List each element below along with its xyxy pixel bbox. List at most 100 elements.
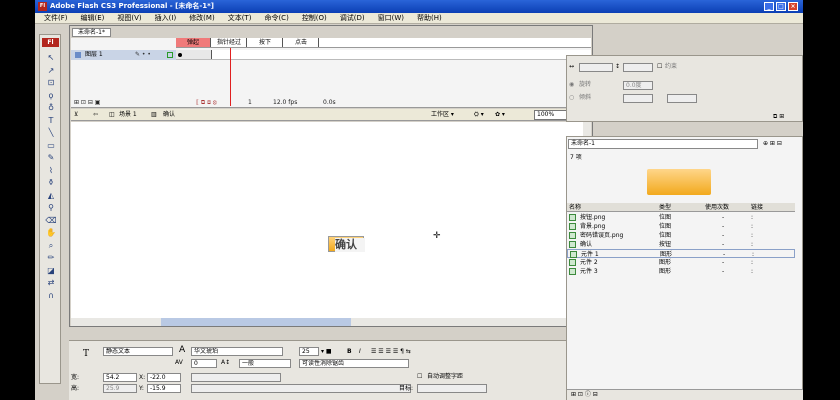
stage-canvas[interactable]: 确认 ✛ bbox=[71, 122, 583, 318]
swap-colors-icon[interactable]: ⇄ bbox=[45, 278, 57, 287]
skew-h-input[interactable] bbox=[623, 94, 653, 103]
col-type[interactable]: 类型 bbox=[659, 203, 671, 212]
frame-state-label[interactable]: 点击 bbox=[284, 38, 319, 47]
document-tab[interactable]: 未命名-1* bbox=[72, 28, 111, 37]
edit-symbol-icon[interactable]: ✿ ▾ bbox=[495, 109, 505, 121]
font-size-input[interactable]: 25 bbox=[299, 347, 319, 356]
menu-item[interactable]: 文本(T) bbox=[228, 14, 252, 22]
library-document-select[interactable]: 未命名-1 bbox=[568, 139, 758, 149]
stroke-color-icon[interactable]: ✏ bbox=[45, 253, 57, 262]
stage-horizontal-scrollbar[interactable] bbox=[71, 318, 583, 326]
library-row[interactable]: 元件 2 图形 -: bbox=[567, 258, 795, 267]
col-uses[interactable]: 使用次数 bbox=[705, 203, 729, 212]
minimize-button[interactable]: _ bbox=[764, 2, 774, 11]
frame-state-label[interactable]: 按下 bbox=[248, 38, 283, 47]
scale-width-input[interactable] bbox=[579, 63, 613, 72]
maximize-button[interactable]: □ bbox=[776, 2, 786, 11]
align-buttons-icon[interactable]: ☰ ☰ ☰ ☰ ¶ ⇆ bbox=[371, 347, 411, 356]
italic-button[interactable]: I bbox=[359, 347, 361, 356]
transform-buttons-icon[interactable]: ⧉ ⊞ bbox=[773, 112, 784, 121]
eyedropper-icon[interactable]: ⚲ bbox=[45, 203, 57, 212]
var-input[interactable] bbox=[191, 384, 411, 393]
pencil-icon[interactable]: ✎ bbox=[45, 153, 57, 162]
symbol-breadcrumb[interactable]: 确认 bbox=[163, 109, 175, 121]
timeline-buttons-icon[interactable]: ⊞ ⊡ ⊟ ▣ bbox=[74, 98, 100, 108]
rectangle-tool-icon[interactable]: ▭ bbox=[45, 141, 57, 150]
zoom-icon[interactable]: ⌕ bbox=[45, 241, 57, 250]
edit-scene-icon[interactable]: ⛭ ▾ bbox=[474, 109, 484, 121]
library-row[interactable]: 密码错误页.png 位图 -: bbox=[567, 231, 795, 240]
layer-frames[interactable] bbox=[176, 50, 591, 60]
text-type-select[interactable]: 静态文本 bbox=[103, 347, 173, 356]
library-row[interactable]: 确认 按钮 -: bbox=[567, 240, 795, 249]
bold-button[interactable]: B bbox=[347, 347, 352, 356]
free-transform-icon[interactable]: ⊡ bbox=[45, 78, 57, 87]
menu-item[interactable]: 插入(I) bbox=[155, 14, 177, 22]
target-select[interactable] bbox=[417, 384, 487, 393]
height-input[interactable]: 25.9 bbox=[103, 384, 137, 393]
pen-icon[interactable]: ♁ bbox=[45, 103, 57, 112]
menu-item[interactable]: 视图(V) bbox=[117, 14, 141, 22]
item-type: 按钮 bbox=[659, 241, 672, 248]
col-link[interactable]: 链接 bbox=[751, 203, 763, 212]
menu-item[interactable]: 控制(O) bbox=[302, 14, 327, 22]
rotate-input[interactable]: 0.0度 bbox=[623, 81, 653, 90]
constrain-checkbox[interactable]: ☐ bbox=[657, 62, 662, 71]
timeline-toggle-icon[interactable]: ⊻ bbox=[74, 109, 78, 121]
y-input[interactable]: -15.9 bbox=[147, 384, 181, 393]
snap-icon[interactable]: ∩ bbox=[45, 291, 57, 300]
font-select[interactable]: 华文琥珀 bbox=[191, 347, 283, 356]
menu-item[interactable]: 命令(C) bbox=[264, 14, 288, 22]
library-pin-icons[interactable]: ⊕ ⊞ ⊟ bbox=[763, 139, 782, 148]
frame-state-label[interactable]: 弹起 bbox=[176, 38, 211, 47]
menu-item[interactable]: 窗口(W) bbox=[378, 14, 404, 22]
onion-skin-icon[interactable]: ⟦ ⧉ ⧈ ⦻ bbox=[196, 98, 217, 108]
library-row[interactable]: 背景.png 位图 -: bbox=[567, 222, 795, 231]
width-input[interactable]: 54.2 bbox=[103, 373, 137, 382]
library-footer-buttons[interactable]: ⊞ ⊡ ⓘ ⊟ bbox=[567, 389, 803, 400]
auto-kern-checkbox[interactable]: ☐ bbox=[417, 372, 422, 381]
stage-button-text[interactable]: 确认 bbox=[335, 238, 365, 252]
frame-state-label[interactable]: 指针经过 bbox=[212, 38, 247, 47]
lasso-icon[interactable]: ϙ bbox=[45, 91, 57, 100]
workspace-menu[interactable]: 工作区 ▾ bbox=[431, 109, 454, 121]
layer-row[interactable]: 图层 1 ✎ • • bbox=[71, 50, 176, 60]
x-input[interactable]: -22.0 bbox=[147, 373, 181, 382]
back-arrow-icon[interactable]: ⇦ bbox=[93, 109, 98, 121]
outline-toggle[interactable] bbox=[167, 52, 173, 58]
brush-icon[interactable]: ⌇ bbox=[45, 166, 57, 175]
url-link-input[interactable] bbox=[191, 373, 281, 382]
letter-spacing-input[interactable]: 0 bbox=[191, 359, 217, 368]
library-row[interactable]: 元件 1 图形 -: bbox=[567, 249, 795, 258]
baseline-icon: A↕ bbox=[221, 359, 231, 366]
close-button[interactable]: × bbox=[788, 2, 798, 11]
antialias-select[interactable]: 可读性消除锯齿 bbox=[299, 359, 409, 368]
baseline-select[interactable]: 一般 bbox=[239, 359, 291, 368]
library-row[interactable]: 按钮.png 位图 -: bbox=[567, 213, 795, 222]
text-tool-icon[interactable]: T bbox=[45, 116, 57, 125]
paint-bucket-icon[interactable]: ◭ bbox=[45, 191, 57, 200]
menu-item[interactable]: 修改(M) bbox=[189, 14, 215, 22]
rotate-radio[interactable]: ◉ bbox=[569, 80, 574, 89]
col-name[interactable]: 名称 bbox=[569, 203, 581, 212]
scale-height-input[interactable] bbox=[623, 63, 653, 72]
color-swatch-icon[interactable]: ▾ ■ bbox=[321, 347, 332, 356]
fill-color-icon[interactable]: ◪ bbox=[45, 266, 57, 275]
menu-item[interactable]: 编辑(E) bbox=[81, 14, 105, 22]
menu-item[interactable]: 调试(D) bbox=[340, 14, 365, 22]
line-tool-icon[interactable]: ╲ bbox=[45, 128, 57, 137]
selection-tool-icon[interactable]: ↖ bbox=[45, 53, 57, 62]
hscroll-thumb[interactable] bbox=[161, 318, 351, 326]
subselection-tool-icon[interactable]: ↗ bbox=[45, 66, 57, 75]
eraser-icon[interactable]: ⌫ bbox=[45, 216, 57, 225]
stage-button-symbol[interactable]: 确认 bbox=[328, 236, 365, 252]
hand-icon[interactable]: ✋ bbox=[45, 228, 57, 237]
library-row[interactable]: 元件 3 图形 -: bbox=[567, 267, 795, 276]
keyframe-dot bbox=[178, 53, 182, 57]
skew-radio[interactable]: ○ bbox=[569, 93, 574, 102]
skew-v-input[interactable] bbox=[667, 94, 697, 103]
scene-breadcrumb[interactable]: 场景 1 bbox=[119, 109, 137, 121]
ink-bottle-icon[interactable]: ⚱ bbox=[45, 178, 57, 187]
menu-item[interactable]: 帮助(H) bbox=[417, 14, 442, 22]
menu-item[interactable]: 文件(F) bbox=[44, 14, 68, 22]
